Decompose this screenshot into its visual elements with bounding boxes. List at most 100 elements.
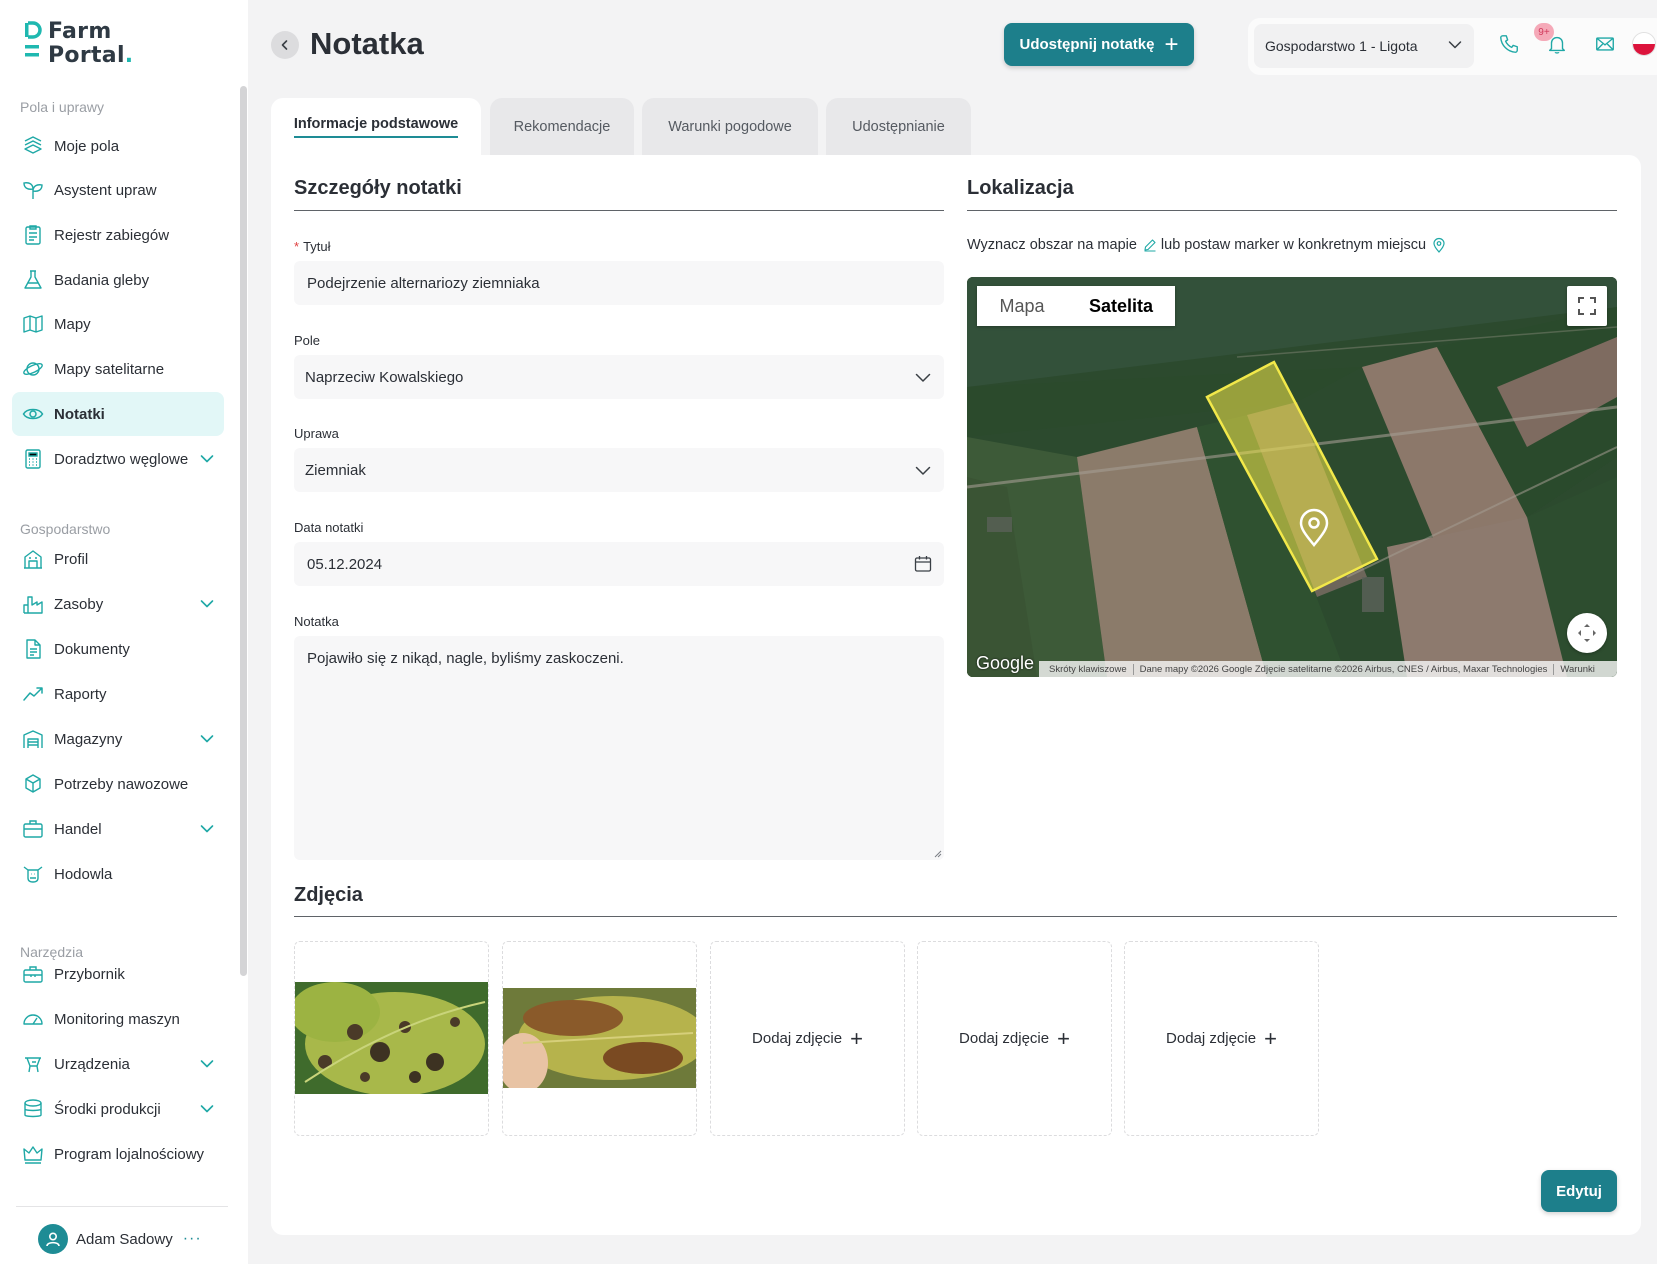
- language-flag-icon[interactable]: [1632, 32, 1656, 56]
- satellite-imagery: [967, 277, 1617, 677]
- farm-select-value: Gospodarstwo 1 - Ligota: [1265, 38, 1418, 54]
- farm-select[interactable]: Gospodarstwo 1 - Ligota: [1254, 24, 1474, 68]
- chevron-down-icon: [1448, 41, 1462, 49]
- share-note-label: Udostępnij notatkę: [1019, 36, 1155, 53]
- building-icon: [22, 548, 44, 570]
- calendar-icon[interactable]: [914, 555, 932, 573]
- fullscreen-icon: [1578, 297, 1596, 315]
- add-photo-label: Dodaj zdjęcie: [1166, 1030, 1257, 1047]
- database-icon: [22, 1098, 44, 1120]
- sidebar-item-hodowla[interactable]: Hodowla: [12, 852, 224, 896]
- sidebar-item-notatki[interactable]: Notatki: [12, 392, 224, 436]
- sidebar: Farm Portal. Pola i uprawy Gospodarstwo …: [0, 0, 248, 1264]
- chevron-down-icon[interactable]: [200, 821, 214, 838]
- tab-basic-info-label: Informacje podstawowe: [293, 116, 459, 138]
- sidebar-item-label: Asystent upraw: [54, 181, 157, 199]
- add-photo-button[interactable]: Dodaj zdjęcie +: [710, 941, 905, 1136]
- more-options-icon[interactable]: ···: [183, 1230, 202, 1248]
- sidebar-item-doradztwo-węglowe[interactable]: Doradztwo węglowe: [12, 437, 224, 481]
- tab-recommendations-label: Rekomendacje: [513, 119, 611, 135]
- sidebar-item-label: Dokumenty: [54, 640, 130, 658]
- location-hint-part2: lub postaw marker w konkretnym miejscu: [1160, 237, 1427, 253]
- tab-weather[interactable]: Warunki pogodowe: [642, 98, 818, 156]
- sidebar-item-profil[interactable]: Profil: [12, 537, 224, 581]
- sidebar-item-moje-pola[interactable]: Moje pola: [12, 124, 224, 168]
- title-label-text: Tytuł: [303, 239, 331, 254]
- sidebar-item-label: Raporty: [54, 685, 107, 703]
- notifications-badge: 9+: [1534, 23, 1554, 41]
- details-title: Szczegóły notatki: [294, 177, 462, 199]
- sidebar-item-zasoby[interactable]: Zasoby: [12, 582, 224, 626]
- share-note-button[interactable]: Udostępnij notatkę +: [1004, 23, 1194, 66]
- tab-basic-info[interactable]: Informacje podstawowe: [271, 98, 481, 156]
- crop-select[interactable]: Ziemniak: [294, 448, 944, 492]
- terms-link[interactable]: Warunki: [1554, 664, 1601, 675]
- chevron-down-icon[interactable]: [200, 451, 214, 468]
- chevron-down-icon[interactable]: [200, 731, 214, 748]
- sidebar-item-potrzeby-nawozowe[interactable]: Potrzeby nawozowe: [12, 762, 224, 806]
- photo-thumbnail[interactable]: [502, 941, 697, 1136]
- date-input-value: 05.12.2024: [307, 555, 383, 573]
- gauge-icon: [22, 1008, 44, 1030]
- fullscreen-button[interactable]: [1567, 286, 1607, 326]
- sidebar-item-magazyny[interactable]: Magazyny: [12, 717, 224, 761]
- eye-icon: [22, 403, 44, 425]
- back-button[interactable]: [271, 31, 299, 59]
- sidebar-item-label: Notatki: [54, 405, 105, 423]
- photo-thumbnail[interactable]: [294, 941, 489, 1136]
- map-type-map-button[interactable]: Mapa: [977, 286, 1067, 326]
- keyboard-shortcuts-link[interactable]: Skróty klawiszowe: [1043, 663, 1134, 675]
- sidebar-item-label: Profil: [54, 550, 89, 568]
- sprout-icon: [22, 179, 44, 201]
- camera-control-button[interactable]: [1567, 613, 1607, 653]
- location-title: Lokalizacja: [967, 177, 1074, 199]
- sidebar-section-fields: Pola i uprawy: [20, 99, 105, 115]
- sidebar-scrollbar[interactable]: [240, 86, 247, 976]
- chevron-down-icon[interactable]: [200, 1101, 214, 1118]
- user-menu[interactable]: Adam Sadowy ···: [38, 1224, 202, 1254]
- add-photo-button[interactable]: Dodaj zdjęcie +: [917, 941, 1112, 1136]
- note-textarea-value: Pojawiło się z nikąd, nagle, byliśmy zas…: [307, 650, 624, 667]
- factory-icon: [22, 593, 44, 615]
- sidebar-item-mapy[interactable]: Mapy: [12, 302, 224, 346]
- sidebar-item-label: Moje pola: [54, 137, 120, 155]
- mail-icon[interactable]: [1593, 32, 1617, 56]
- chevron-down-icon[interactable]: [200, 1056, 214, 1073]
- date-input[interactable]: 05.12.2024: [294, 542, 944, 586]
- user-name: Adam Sadowy: [76, 1230, 173, 1248]
- plus-icon: +: [1057, 1025, 1070, 1051]
- sidebar-item-dokumenty[interactable]: Dokumenty: [12, 627, 224, 671]
- page-title: Notatka: [310, 26, 424, 61]
- sidebar-item-mapy-satelitarne[interactable]: Mapy satelitarne: [12, 347, 224, 391]
- sidebar-item-urządzenia[interactable]: Urządzenia: [12, 1042, 224, 1086]
- sidebar-item-rejestr-zabiegów[interactable]: Rejestr zabiegów: [12, 213, 224, 257]
- add-photo-button[interactable]: Dodaj zdjęcie +: [1124, 941, 1319, 1136]
- date-label: Data notatki: [294, 520, 364, 535]
- map-attribution: Skróty klawiszowe Dane mapy ©2026 Google…: [1039, 661, 1617, 677]
- sidebar-item-handel[interactable]: Handel: [12, 807, 224, 851]
- map-type-satellite-button[interactable]: Satelita: [1067, 286, 1175, 326]
- tab-recommendations[interactable]: Rekomendacje: [490, 98, 634, 156]
- edit-button[interactable]: Edytuj: [1541, 1170, 1617, 1212]
- sidebar-item-badania-gleby[interactable]: Badania gleby: [12, 258, 224, 302]
- title-input-value: Podejrzenie alternariozy ziemniaka: [307, 274, 540, 292]
- sidebar-item-program-lojalnościowy[interactable]: Program lojalnościowy: [12, 1132, 224, 1176]
- sidebar-item-asystent-upraw[interactable]: Asystent upraw: [12, 168, 224, 212]
- location-map[interactable]: Mapa Satelita Google Skróty klawiszowe D…: [967, 277, 1617, 677]
- field-select[interactable]: Naprzeciw Kowalskiego: [294, 355, 944, 399]
- sidebar-item-przybornik[interactable]: Przybornik: [12, 952, 224, 996]
- sidebar-divider: [16, 1206, 228, 1207]
- sidebar-item-label: Mapy satelitarne: [54, 360, 165, 378]
- sidebar-item-środki-produkcji[interactable]: Środki produkcji: [12, 1087, 224, 1131]
- farm-portal-logo[interactable]: Farm Portal.: [24, 20, 133, 68]
- resize-handle-icon[interactable]: [933, 849, 942, 858]
- phone-icon[interactable]: [1497, 32, 1521, 56]
- sidebar-item-monitoring-maszyn[interactable]: Monitoring maszyn: [12, 997, 224, 1041]
- sidebar-item-raporty[interactable]: Raporty: [12, 672, 224, 716]
- note-textarea[interactable]: Pojawiło się z nikąd, nagle, byliśmy zas…: [294, 636, 944, 860]
- tab-sharing[interactable]: Udostępnianie: [826, 98, 971, 156]
- document-icon: [22, 638, 44, 660]
- sidebar-item-label: Program lojalnościowy: [54, 1145, 205, 1163]
- title-input[interactable]: Podejrzenie alternariozy ziemniaka: [294, 261, 944, 305]
- chevron-down-icon[interactable]: [200, 596, 214, 613]
